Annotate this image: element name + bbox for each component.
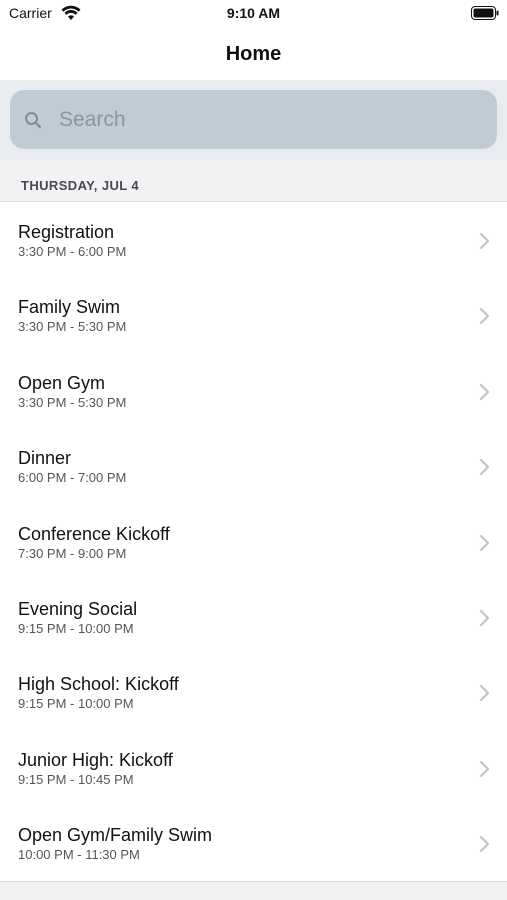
event-time: 6:00 PM - 7:00 PM [18, 470, 127, 486]
event-title: Conference Kickoff [18, 523, 170, 544]
status-bar: Carrier 9:10 AM [0, 0, 507, 28]
search-input[interactable] [59, 107, 439, 132]
event-row-dinner[interactable]: Dinner 6:00 PM - 7:00 PM [0, 428, 507, 504]
list-footer [0, 881, 507, 900]
page-title: Home [225, 42, 282, 65]
section-date-label: THURSDAY, JUL 4 [21, 178, 139, 193]
event-row-high-school-kickoff[interactable]: High School: Kickoff 9:15 PM - 10:00 PM [0, 654, 507, 730]
chevron-right-icon [479, 534, 490, 551]
event-row-conference-kickoff[interactable]: Conference Kickoff 7:30 PM - 9:00 PM [0, 503, 507, 579]
event-time: 3:30 PM - 6:00 PM [18, 244, 127, 259]
chevron-right-icon [479, 836, 490, 853]
search-bar[interactable] [10, 90, 497, 149]
event-row-open-gym[interactable]: Open Gym 3:30 PM - 5:30 PM [0, 352, 507, 429]
chevron-right-icon [479, 685, 490, 702]
chevron-right-icon [479, 609, 490, 627]
navigation-bar: Home [0, 28, 507, 80]
event-row-family-swim[interactable]: Family Swim 3:30 PM - 5:30 PM [0, 277, 507, 353]
event-list: Registration 3:30 PM - 6:00 PM Family Sw… [0, 202, 507, 881]
event-row-open-gym-family-swim[interactable]: Open Gym/Family Swim 10:00 PM - 11:30 PM [0, 805, 507, 881]
chevron-right-icon [479, 232, 490, 250]
event-title: Open Gym/Family Swim [18, 825, 213, 846]
event-row-registration[interactable]: Registration 3:30 PM - 6:00 PM [0, 202, 507, 278]
event-time: 3:30 PM - 5:30 PM [18, 319, 127, 335]
chevron-right-icon [479, 383, 490, 400]
section-header: THURSDAY, JUL 4 [0, 160, 507, 202]
chevron-right-icon [479, 308, 490, 325]
search-icon [25, 111, 42, 128]
event-title: Registration [18, 222, 115, 242]
event-time: 3:30 PM - 5:30 PM [18, 394, 127, 410]
chevron-right-icon [479, 760, 490, 777]
event-title: Junior High: Kickoff [18, 749, 173, 770]
event-time: 9:15 PM - 10:00 PM [18, 696, 134, 712]
event-time: 7:30 PM - 9:00 PM [18, 545, 127, 561]
status-time: 9:10 AM [226, 5, 281, 21]
event-time: 9:15 PM - 10:45 PM [18, 771, 134, 787]
event-title: Dinner [18, 448, 72, 469]
search-area [0, 80, 507, 160]
event-time: 10:00 PM - 11:30 PM [18, 847, 140, 863]
event-row-evening-social[interactable]: Evening Social 9:15 PM - 10:00 PM [0, 578, 507, 655]
event-title: High School: Kickoff [18, 674, 179, 695]
event-title: Evening Social [18, 598, 138, 619]
event-row-junior-high-kickoff[interactable]: Junior High: Kickoff 9:15 PM - 10:45 PM [0, 729, 507, 806]
event-title: Family Swim [18, 297, 120, 318]
battery-icon [471, 6, 499, 20]
chevron-right-icon [479, 459, 490, 476]
event-time: 9:15 PM - 10:00 PM [18, 620, 134, 636]
event-title: Open Gym [18, 372, 106, 393]
